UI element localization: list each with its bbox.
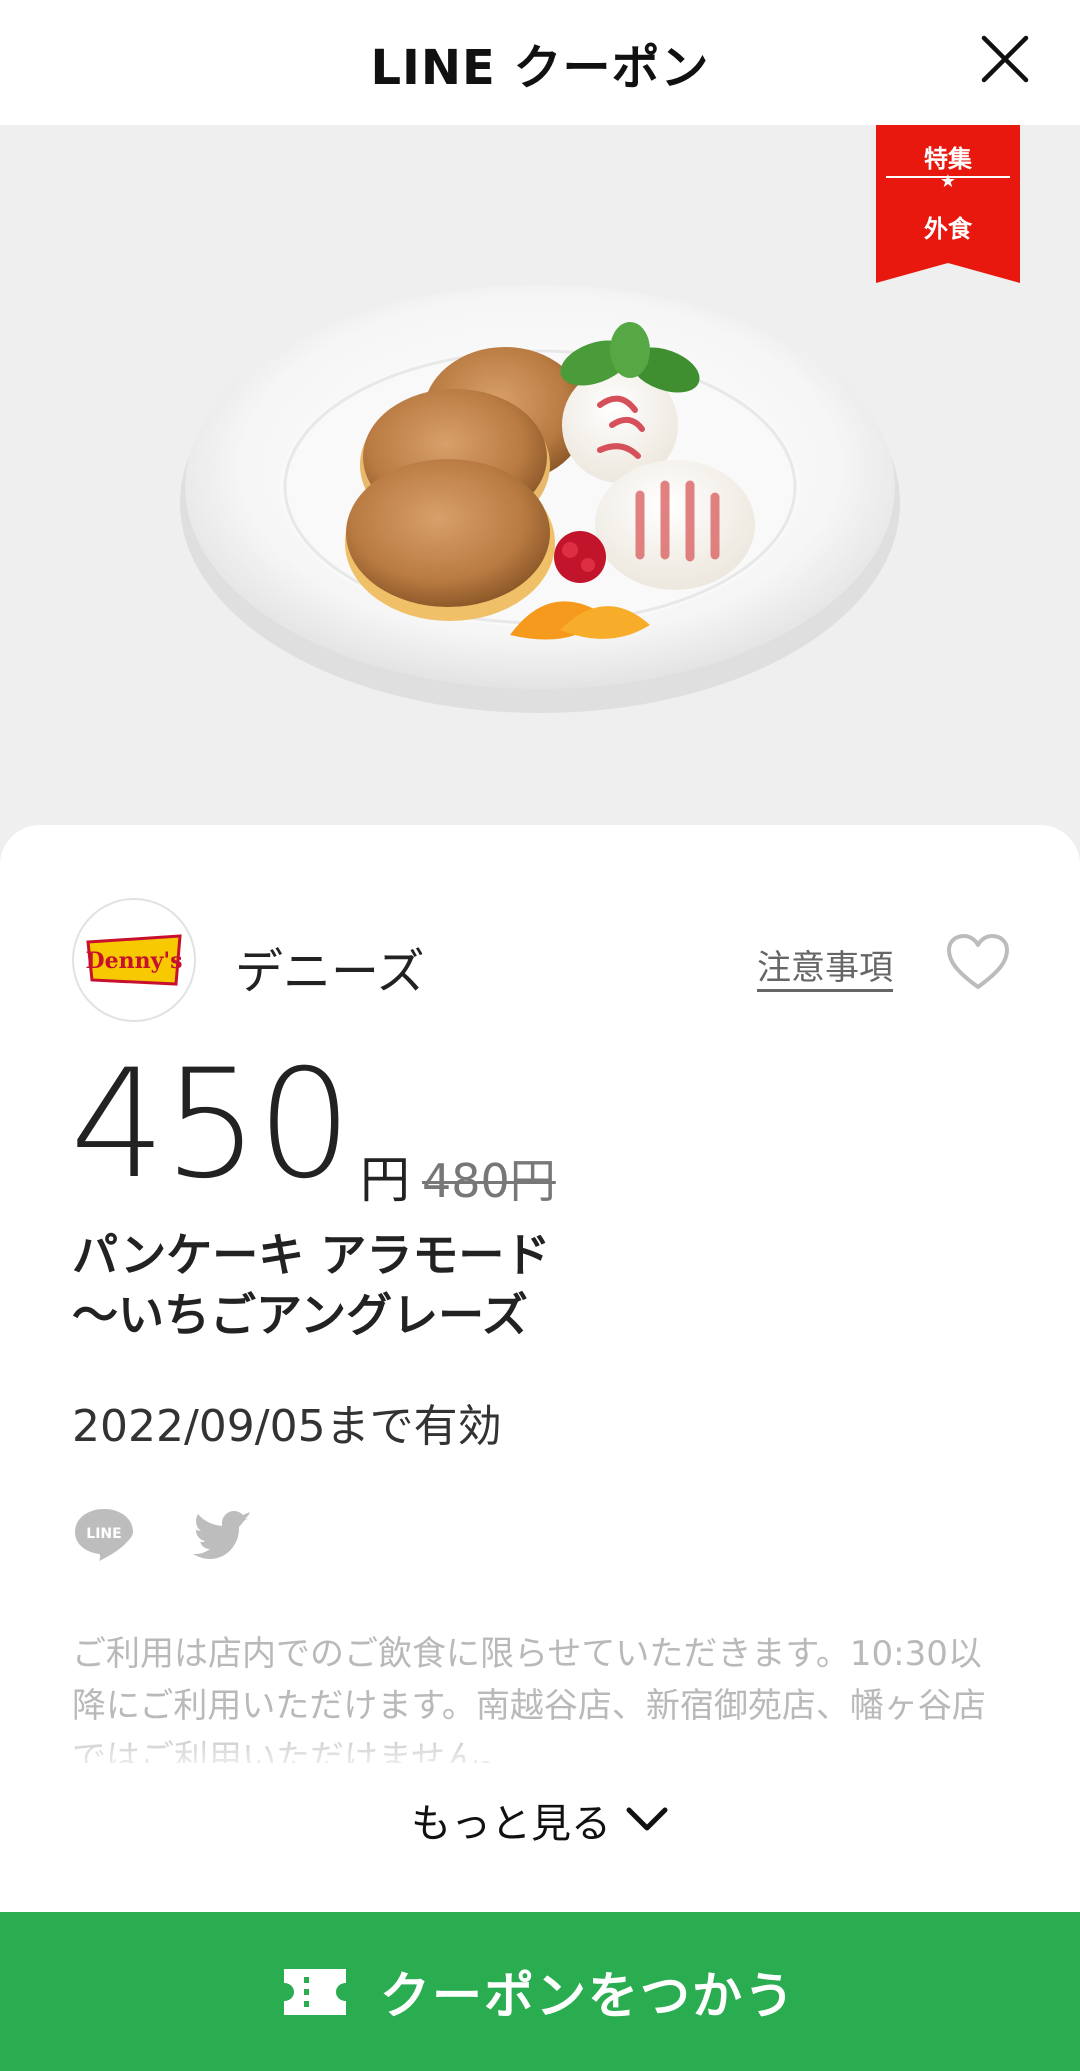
svg-text:Denny's: Denny's bbox=[86, 948, 183, 974]
item-name: パンケーキ アラモード 〜いちごアングレーズ bbox=[72, 1228, 551, 1342]
hero-image: ★ 特集 外食 bbox=[0, 125, 1080, 865]
app-title: LINE クーポン bbox=[370, 39, 710, 96]
ticket-icon bbox=[284, 1968, 346, 2015]
svg-text:★: ★ bbox=[940, 171, 956, 192]
share-line-button[interactable]: LINE bbox=[72, 1505, 136, 1563]
line-icon: LINE bbox=[75, 1509, 133, 1561]
price-unit: 円 bbox=[360, 1151, 410, 1209]
price-original: 480円 bbox=[422, 1154, 556, 1208]
show-more-label: もっと見る bbox=[411, 1801, 611, 1847]
description-fade bbox=[0, 1720, 1080, 1780]
close-button[interactable] bbox=[974, 28, 1036, 90]
featured-ribbon: ★ 特集 外食 bbox=[876, 125, 1020, 283]
validity-date: 2022/09/05まで有効 bbox=[72, 1401, 502, 1452]
dennys-logo-icon: Denny's bbox=[86, 934, 183, 986]
notice-link[interactable]: 注意事項 bbox=[757, 940, 893, 989]
twitter-icon bbox=[193, 1511, 252, 1559]
share-twitter-button[interactable] bbox=[188, 1505, 254, 1563]
price-row: 450 円 480円 bbox=[70, 1038, 870, 1212]
ribbon-label-bottom: 外食 bbox=[924, 215, 972, 243]
heart-icon bbox=[947, 934, 1009, 989]
store-name: デニーズ bbox=[235, 944, 425, 1000]
price-current: 450 bbox=[70, 1038, 352, 1212]
svg-text:LINE: LINE bbox=[86, 1526, 121, 1542]
use-coupon-label: クーポンをつかう bbox=[380, 1966, 796, 2025]
store-logo: Denny's bbox=[72, 898, 196, 1022]
show-more-button[interactable]: もっと見る bbox=[0, 1790, 1080, 1850]
use-coupon-button[interactable]: クーポンをつかう bbox=[0, 1912, 1080, 2071]
favorite-button[interactable] bbox=[946, 933, 1010, 991]
close-icon bbox=[981, 35, 1029, 83]
chevron-down-icon bbox=[626, 1807, 668, 1831]
app-header: LINE クーポン bbox=[0, 0, 1080, 125]
ribbon-label-top: 特集 bbox=[924, 145, 972, 173]
